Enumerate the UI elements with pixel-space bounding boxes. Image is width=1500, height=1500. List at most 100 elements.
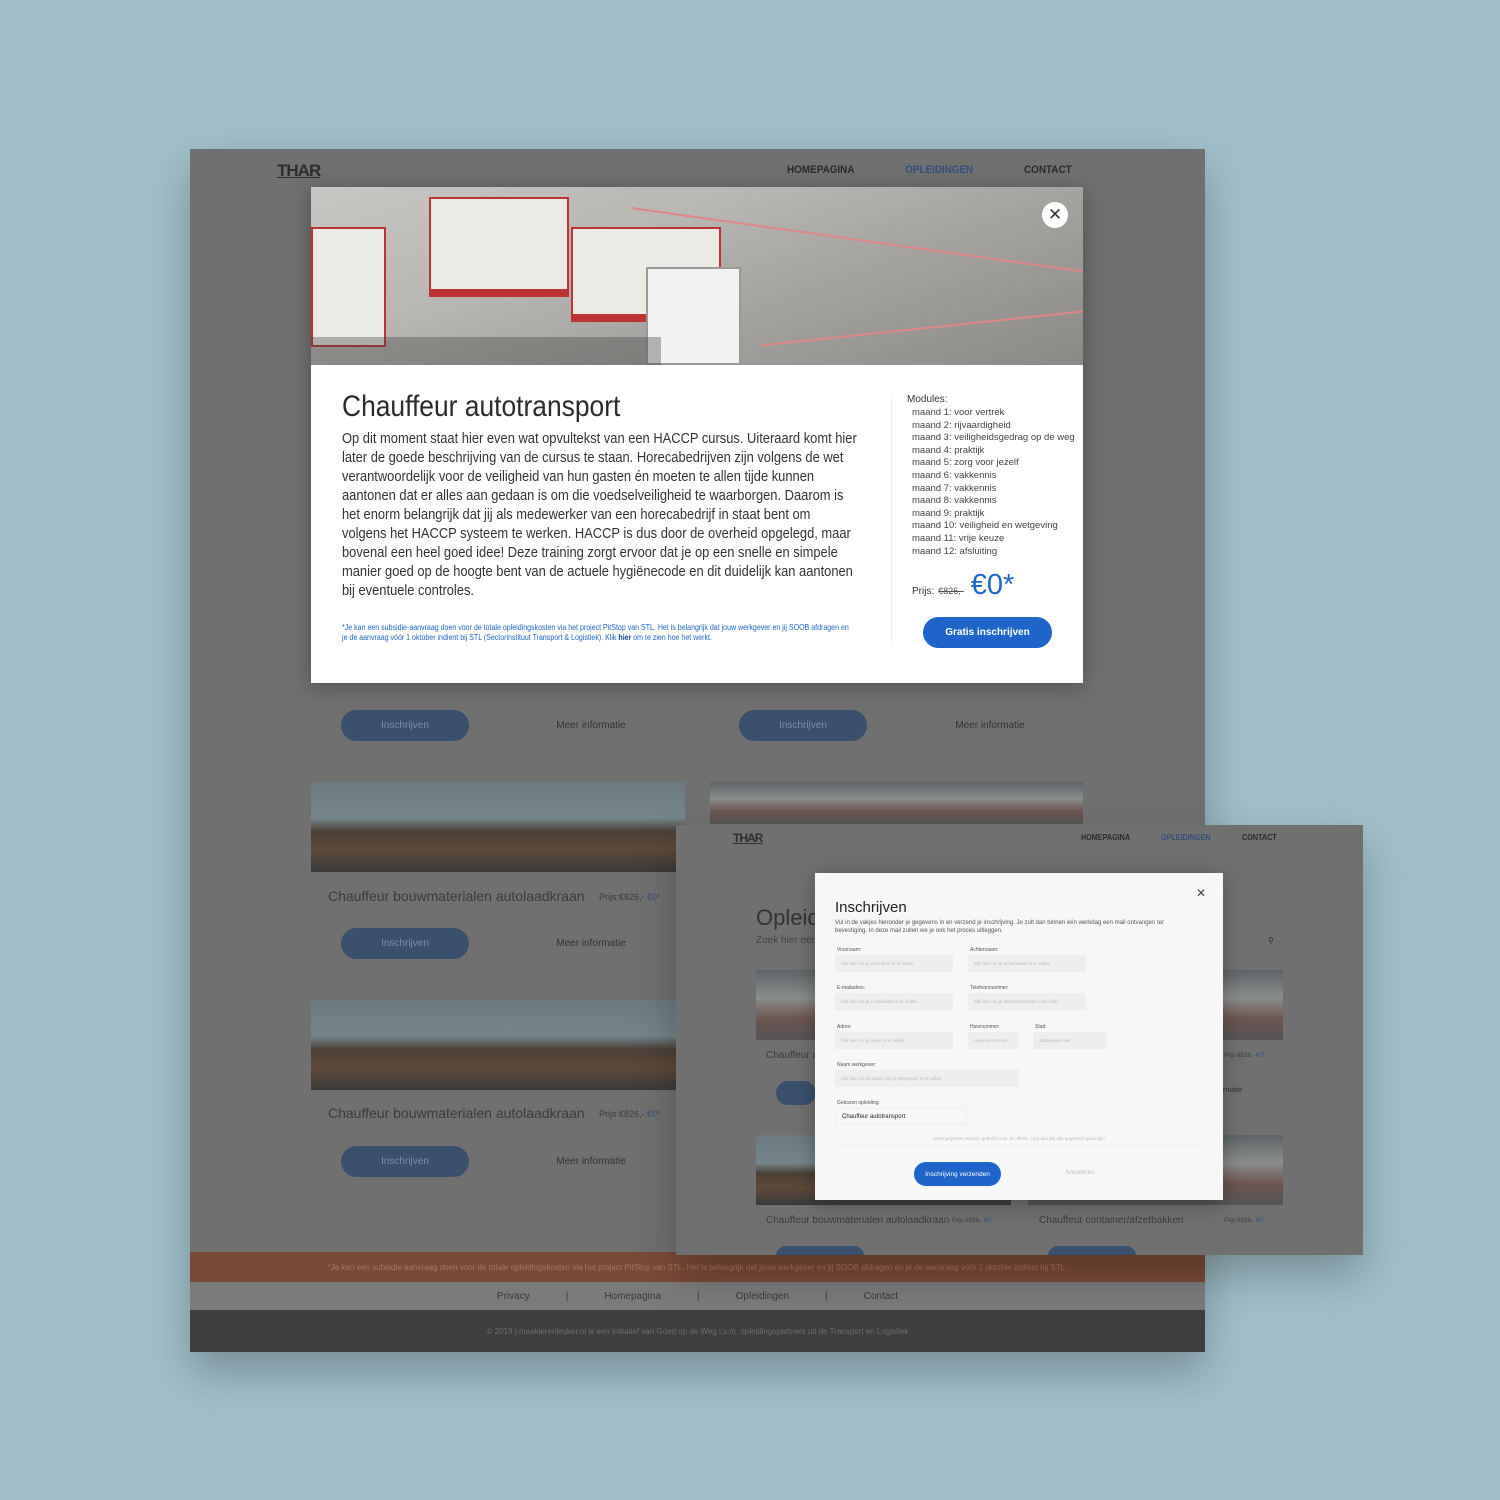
course-price: Prijs:€826,- €0* xyxy=(952,1218,994,1224)
module-item: maand 1: voor vertrek xyxy=(912,407,1005,418)
nav-opleidingen[interactable]: OPLEIDINGEN xyxy=(905,164,973,176)
footnote-link[interactable]: hier xyxy=(618,633,631,642)
last-name-label: Achternaam: xyxy=(970,947,999,953)
more-info-button[interactable]: Meer informatie xyxy=(527,1146,655,1177)
course-price: Prijs:€826,- €0* xyxy=(599,1109,661,1119)
first-name-input[interactable]: Klik hier om je voornaam in te vullen xyxy=(835,955,953,972)
course-title: Chauffeur bouwmaterialen autolaadkraan xyxy=(766,1215,950,1226)
footer-bottom: © 2019 | maakleren­leuker.nl is een init… xyxy=(190,1310,1205,1352)
course-image xyxy=(311,782,685,872)
course-select[interactable]: Chauffeur autotransport xyxy=(835,1108,967,1125)
first-name-label: Voornaam: xyxy=(837,947,862,953)
free-enroll-button[interactable]: Gratis inschrijven xyxy=(923,617,1052,648)
course-image xyxy=(710,782,1083,824)
course-modal: ✕ Chauffeur autotransport Op dit moment … xyxy=(311,187,1083,683)
module-item: maand 5: zorg voor jezelf xyxy=(912,457,1019,469)
logo[interactable]: THAR xyxy=(733,831,763,845)
house-number-label: Huisnummer: xyxy=(970,1024,1000,1030)
nav-homepagina[interactable]: HOMEPAGINA xyxy=(1081,833,1130,842)
more-info-button[interactable]: Meer informatie xyxy=(527,710,655,741)
last-name-input[interactable]: Klik hier om je achternaam in te vullen xyxy=(968,955,1086,972)
logo[interactable]: THAR xyxy=(277,161,321,181)
enroll-button[interactable] xyxy=(776,1246,864,1255)
enroll-intro: Vul in de vakjes hieronder je gegevens i… xyxy=(835,920,1164,934)
enroll-button[interactable]: Inschrijven xyxy=(739,710,867,741)
old-price: €826,- xyxy=(938,586,964,596)
module-item: maand 7: vakkennis xyxy=(912,482,997,494)
nav-homepagina[interactable]: HOMEPAGINA xyxy=(787,164,854,176)
divider: | xyxy=(697,1290,700,1302)
module-item: maand 12: afsluiting xyxy=(912,545,998,557)
address-label: Adres: xyxy=(837,1024,852,1030)
nav-opleidingen[interactable]: OPLEIDINGEN xyxy=(1161,833,1211,842)
search-icon[interactable]: ⚲ xyxy=(1268,936,1274,945)
module-item: maand 9: praktijk xyxy=(912,507,985,519)
module-item: maand 3: veiligheidsgedrag op de weg xyxy=(912,432,1075,444)
course-image xyxy=(756,970,816,1040)
employer-label: Naam werkgever: xyxy=(837,1062,877,1068)
course-title: Chauffeur container/afzetbakken xyxy=(1039,1215,1184,1226)
enroll-title: Inschrijven xyxy=(835,899,907,916)
new-price: €0* xyxy=(970,569,1015,601)
more-info-button[interactable]: Meer informatie xyxy=(527,928,655,959)
footer-link-contact[interactable]: Contact xyxy=(864,1291,898,1302)
address-input[interactable]: Klik hier om je adres in te vullen xyxy=(835,1032,953,1049)
cancel-button[interactable]: Annuleren xyxy=(1040,1169,1120,1176)
price-label: Prijs: xyxy=(912,586,935,597)
more-info-button[interactable]: Meer informatie xyxy=(926,710,1054,741)
enroll-button[interactable] xyxy=(1048,1246,1136,1255)
enroll-button[interactable]: Inschrijven xyxy=(341,928,469,959)
course-title: Chauffeur autotransport xyxy=(342,390,621,423)
modules-label: Modules: xyxy=(907,394,948,405)
subsidy-text: *Je kan een subsidie-aanvraag doen voor … xyxy=(327,1262,1068,1272)
hero-image-airport-carts xyxy=(311,187,1083,365)
city-label: Stad: xyxy=(1035,1024,1047,1030)
nav-contact[interactable]: CONTACT xyxy=(1242,833,1277,842)
submit-button[interactable]: Inschrijving verzenden xyxy=(914,1162,1001,1186)
enroll-button[interactable]: Inschrijven xyxy=(341,1146,469,1177)
copyright: © 2019 | maakleren­leuker.nl is een init… xyxy=(486,1326,909,1336)
course-price: Prijs:€826,- €0* xyxy=(599,892,661,902)
module-item: maand 6: vakkennis xyxy=(912,469,997,481)
course-image xyxy=(311,1000,685,1090)
email-input[interactable]: Klik hier om je e-mailadres in te vullen xyxy=(835,993,953,1010)
modules-list: maand 1: voor vertrek maand 2: rijvaardi… xyxy=(912,407,1075,558)
enroll-button[interactable] xyxy=(776,1081,816,1105)
course-title: Chauffeur a xyxy=(766,1050,819,1061)
course-price: Prijs:€826,- €0* xyxy=(1224,1218,1266,1224)
course-description: Op dit moment staat hier even wat opvult… xyxy=(342,431,857,599)
close-icon[interactable]: ✕ xyxy=(1196,886,1206,900)
privacy-note: Deze gegevens worden gebruikt voor de of… xyxy=(835,1136,1203,1146)
close-button[interactable]: ✕ xyxy=(1042,202,1068,228)
close-icon: ✕ xyxy=(1047,205,1063,224)
column-divider xyxy=(891,395,892,645)
course-image xyxy=(1223,970,1283,1040)
more-info-partial[interactable]: rmatie xyxy=(1223,1087,1242,1094)
employer-input[interactable]: Klik hier om de naam van je werkgever in… xyxy=(835,1070,1019,1087)
footer-nav: Privacy | Homepagina | Opleidingen | Contac… xyxy=(190,1282,1205,1310)
nav-contact[interactable]: CONTACT xyxy=(1024,164,1072,176)
divider: | xyxy=(825,1290,828,1302)
phone-input[interactable]: Klik hier om je telefoonnummer in te vul… xyxy=(968,993,1086,1010)
module-item: maand 11: vrije keuze xyxy=(912,532,1005,544)
module-item: maand 4: praktijk xyxy=(912,444,985,456)
course-label: Gekozen opleiding: xyxy=(837,1100,880,1106)
footer-link-opleidingen[interactable]: Opleidingen xyxy=(736,1291,789,1302)
subsidy-footnote: *Je kan een subsidie-aanvraag doen voor … xyxy=(342,623,849,642)
price: Prijs: €826,- €0* xyxy=(912,569,1014,602)
house-number-input[interactable]: Huisnummer hier xyxy=(968,1032,1018,1049)
enroll-button[interactable]: Inschrijven xyxy=(341,710,469,741)
course-title: Chauffeur bouwmaterialen autolaadkraan xyxy=(328,888,585,904)
footer-link-privacy[interactable]: Privacy xyxy=(497,1291,530,1302)
module-item: maand 8: vakkennis xyxy=(912,495,997,507)
city-input[interactable]: Stadsnaam hier xyxy=(1033,1032,1106,1049)
divider: | xyxy=(565,1290,569,1302)
footer-link-homepagina[interactable]: Homepagina xyxy=(604,1291,661,1302)
course-price: Prijs:€826,- €0* xyxy=(1224,1053,1266,1059)
enroll-modal: ✕ Inschrijven Vul in de vakjes hieronder… xyxy=(815,873,1223,1200)
module-item: maand 2: rijvaardigheid xyxy=(912,419,1011,431)
phone-label: Telefoonnummer: xyxy=(970,985,1009,991)
module-item: maand 10: veiligheid en wetgeving xyxy=(912,520,1058,532)
subsidy-banner: *Je kan een subsidie-aanvraag doen voor … xyxy=(190,1252,1205,1282)
email-label: E-mailadres: xyxy=(837,985,866,991)
